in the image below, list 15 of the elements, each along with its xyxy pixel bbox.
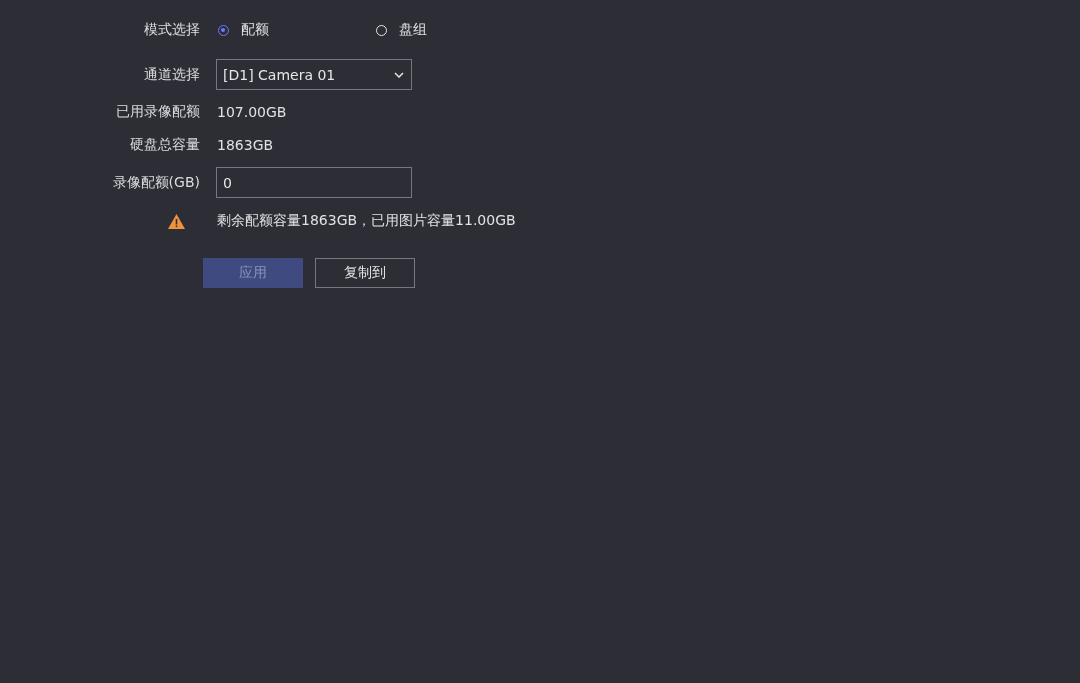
field-label: 模式选择 — [143, 21, 200, 39]
field-value: 1863GB — [217, 137, 274, 153]
field-value: 107.00GB — [217, 104, 287, 120]
field-label: 录像配额(GB) — [111, 173, 200, 192]
field-label: 已用录像配额 — [115, 103, 200, 121]
radio-option[interactable]: 配额 — [218, 21, 376, 39]
quota-input-field[interactable]: 0 — [216, 167, 412, 198]
field-label: 通道选择 — [143, 65, 200, 84]
radio-option[interactable]: 盘组 — [376, 21, 534, 39]
field-label: 硬盘总容量 — [129, 136, 200, 154]
action-button[interactable]: 复制到 — [315, 258, 415, 288]
warning-icon — [168, 213, 185, 229]
warning-message: 剩余配额容量1863GB，已用图片容量11.00GB — [217, 212, 516, 230]
channel-dropdown[interactable]: [D1] Camera 01 — [216, 59, 412, 90]
caret-icon — [394, 71, 404, 78]
